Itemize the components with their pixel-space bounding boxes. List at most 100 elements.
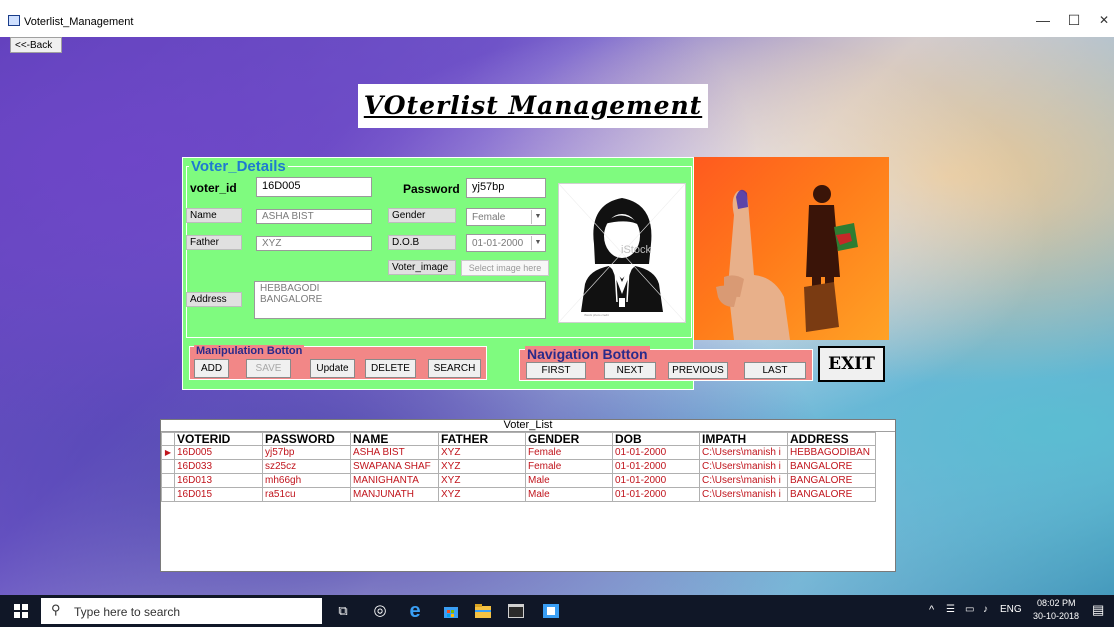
table-cell[interactable]: MANIGHANTA bbox=[350, 473, 439, 488]
cortana-icon[interactable]: ◎ bbox=[369, 600, 391, 622]
column-header[interactable]: FATHER bbox=[438, 432, 526, 446]
delete-button[interactable]: DELETE bbox=[365, 359, 416, 378]
network-icon[interactable]: ☰ bbox=[946, 604, 955, 615]
table-cell[interactable]: 16D033 bbox=[174, 459, 263, 474]
next-button[interactable]: NEXT bbox=[604, 362, 656, 379]
table-cell[interactable]: sz25cz bbox=[262, 459, 351, 474]
column-header[interactable]: PASSWORD bbox=[262, 432, 351, 446]
chevron-down-icon[interactable]: ▼ bbox=[531, 210, 544, 224]
table-cell[interactable]: 16D015 bbox=[174, 487, 263, 502]
volume-icon[interactable]: ♪ bbox=[983, 604, 988, 615]
table-cell[interactable]: C:\Users\manish i bbox=[699, 445, 788, 460]
clock-date[interactable]: 30-10-2018 bbox=[1033, 611, 1079, 621]
table-cell[interactable]: 16D005 bbox=[174, 445, 263, 460]
table-cell[interactable]: XYZ bbox=[438, 473, 526, 488]
column-header[interactable]: VOTERID bbox=[174, 432, 263, 446]
language-indicator[interactable]: ENG bbox=[1000, 604, 1022, 615]
table-cell[interactable]: MANJUNATH bbox=[350, 487, 439, 502]
voting-illustration bbox=[694, 157, 889, 340]
voter-id-field[interactable]: 16D005 bbox=[256, 177, 372, 197]
row-header[interactable] bbox=[161, 487, 175, 502]
table-row[interactable]: 16D013 mh66gh MANIGHANTA XYZ Male 01-01-… bbox=[161, 473, 876, 488]
row-header[interactable] bbox=[161, 459, 175, 474]
table-cell[interactable]: XYZ bbox=[438, 487, 526, 502]
column-header[interactable]: DOB bbox=[612, 432, 700, 446]
previous-button[interactable]: PREVIOUS bbox=[668, 362, 728, 379]
password-field[interactable]: yj57bp bbox=[466, 178, 546, 198]
gender-select[interactable]: Female ▼ bbox=[466, 208, 546, 226]
table-cell[interactable]: 01-01-2000 bbox=[612, 487, 700, 502]
voter-id-label: voter_id bbox=[190, 181, 237, 195]
exit-button[interactable]: EXIT bbox=[818, 346, 885, 382]
voter-photo: iStock iStock photo credit bbox=[558, 183, 686, 323]
close-button[interactable]: ✕ bbox=[1087, 10, 1114, 30]
table-cell[interactable]: ra51cu bbox=[262, 487, 351, 502]
show-hidden-icons-chevron-icon[interactable]: ^ bbox=[929, 604, 934, 616]
table-row[interactable]: ▶ 16D005 yj57bp ASHA BIST XYZ Female 01-… bbox=[161, 445, 876, 460]
table-cell[interactable]: BANGALORE bbox=[787, 487, 876, 502]
table-cell[interactable]: XYZ bbox=[438, 445, 526, 460]
edge-browser-icon[interactable]: e bbox=[404, 600, 426, 622]
table-cell[interactable]: ASHA BIST bbox=[350, 445, 439, 460]
app-icon bbox=[8, 15, 20, 26]
table-cell[interactable]: Male bbox=[525, 473, 613, 488]
gender-label: Gender bbox=[388, 208, 456, 223]
column-header[interactable]: IMPATH bbox=[699, 432, 788, 446]
store-icon[interactable] bbox=[440, 600, 462, 622]
notifications-icon[interactable]: ▤ bbox=[1092, 602, 1104, 618]
voter-list-table: VOTERID PASSWORD NAME FATHER GENDER DOB … bbox=[161, 432, 876, 502]
table-cell[interactable]: C:\Users\manish i bbox=[699, 459, 788, 474]
dob-picker[interactable]: 01-01-2000 ▼ bbox=[466, 234, 546, 252]
table-cell[interactable]: Female bbox=[525, 445, 613, 460]
table-cell[interactable]: 01-01-2000 bbox=[612, 473, 700, 488]
first-button[interactable]: FIRST bbox=[526, 362, 586, 379]
battery-icon[interactable]: ▭ bbox=[965, 604, 974, 615]
maximize-button[interactable]: ☐ bbox=[1057, 10, 1091, 30]
chevron-down-icon[interactable]: ▼ bbox=[531, 236, 544, 250]
table-row[interactable]: 16D033 sz25cz SWAPANA SHAF XYZ Female 01… bbox=[161, 459, 876, 474]
clock-time[interactable]: 08:02 PM bbox=[1037, 598, 1076, 608]
voter-list-grid[interactable]: Voter_List VOTERID PASSWORD NAME FATHER … bbox=[160, 419, 896, 572]
search-button[interactable]: SEARCH bbox=[428, 359, 481, 378]
photo-credit: iStock photo credit bbox=[584, 313, 609, 317]
save-button[interactable]: SAVE bbox=[246, 359, 291, 378]
table-cell[interactable]: C:\Users\manish i bbox=[699, 487, 788, 502]
column-header[interactable]: NAME bbox=[350, 432, 439, 446]
table-cell[interactable]: 16D013 bbox=[174, 473, 263, 488]
father-field[interactable]: XYZ bbox=[256, 236, 372, 251]
table-cell[interactable]: Female bbox=[525, 459, 613, 474]
table-cell[interactable]: XYZ bbox=[438, 459, 526, 474]
minimize-button[interactable]: — bbox=[1026, 10, 1060, 30]
navigation-title: Navigation Botton bbox=[525, 346, 650, 362]
last-button[interactable]: LAST bbox=[744, 362, 806, 379]
update-button[interactable]: Update bbox=[310, 359, 355, 378]
table-cell[interactable]: BANGALORE bbox=[787, 459, 876, 474]
running-app-icon[interactable] bbox=[540, 600, 562, 622]
table-cell[interactable]: 01-01-2000 bbox=[612, 459, 700, 474]
search-icon: ⚲ bbox=[51, 602, 61, 617]
table-cell[interactable]: mh66gh bbox=[262, 473, 351, 488]
add-button[interactable]: ADD bbox=[194, 359, 229, 378]
row-header[interactable] bbox=[161, 473, 175, 488]
windows-start-icon[interactable] bbox=[10, 600, 32, 622]
table-cell[interactable]: SWAPANA SHAF bbox=[350, 459, 439, 474]
table-cell[interactable]: 01-01-2000 bbox=[612, 445, 700, 460]
table-cell[interactable]: C:\Users\manish i bbox=[699, 473, 788, 488]
column-header[interactable]: ADDRESS bbox=[787, 432, 876, 446]
name-field[interactable]: ASHA BIST bbox=[256, 209, 372, 224]
table-cell[interactable]: BANGALORE bbox=[787, 473, 876, 488]
table-cell[interactable]: yj57bp bbox=[262, 445, 351, 460]
row-header-corner bbox=[161, 432, 175, 446]
address-field[interactable]: HEBBAGODI BANGALORE bbox=[254, 281, 546, 319]
father-label: Father bbox=[186, 235, 242, 250]
back-button[interactable]: <<-Back bbox=[10, 37, 62, 53]
select-image-button[interactable]: Select image here bbox=[461, 260, 549, 276]
file-explorer-icon[interactable] bbox=[472, 600, 494, 622]
table-cell[interactable]: Male bbox=[525, 487, 613, 502]
column-header[interactable]: GENDER bbox=[525, 432, 613, 446]
taskbar-search-box[interactable]: ⚲ Type here to search bbox=[41, 598, 322, 624]
table-cell[interactable]: HEBBAGODIBAN bbox=[787, 445, 876, 460]
table-row[interactable]: 16D015 ra51cu MANJUNATH XYZ Male 01-01-2… bbox=[161, 487, 876, 502]
terminal-app-icon[interactable] bbox=[505, 600, 527, 622]
task-view-icon[interactable]: ⧉ bbox=[332, 600, 354, 622]
